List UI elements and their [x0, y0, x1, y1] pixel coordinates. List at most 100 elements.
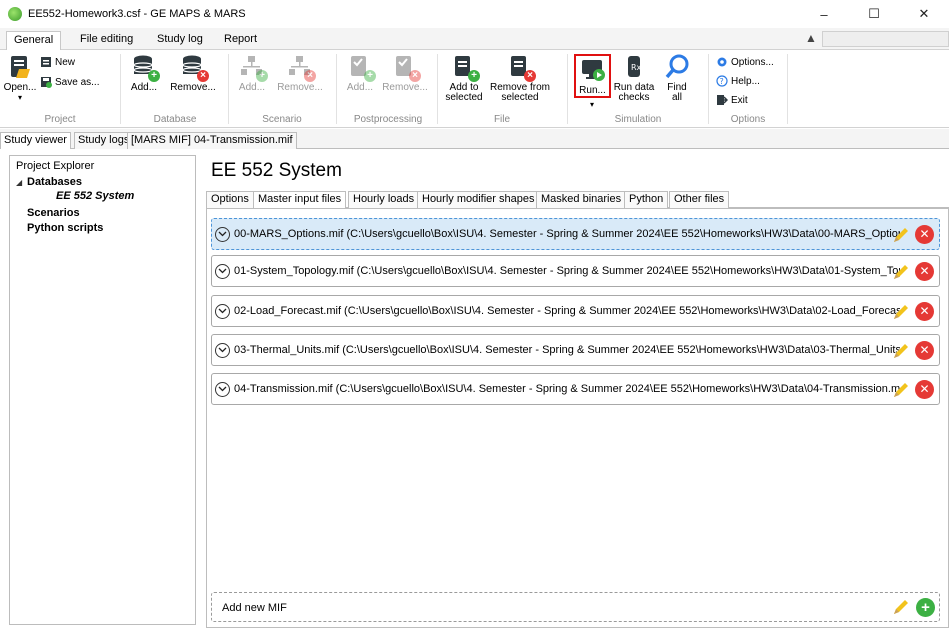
remove-scenario-button[interactable]: × Remove...: [277, 54, 323, 93]
delete-icon[interactable]: ✕: [915, 225, 934, 244]
add-to-selected-button[interactable]: + Add to selected: [442, 54, 486, 103]
pencil-icon[interactable]: [891, 302, 911, 322]
close-button[interactable]: ✕: [906, 0, 942, 28]
expand-chevron-icon[interactable]: [215, 381, 230, 397]
pencil-icon[interactable]: [891, 341, 911, 361]
tab-hourly-loads[interactable]: Hourly loads: [348, 191, 420, 208]
plus-icon: +: [364, 70, 376, 82]
options-label: Options...: [731, 56, 774, 68]
add-icon[interactable]: +: [916, 598, 935, 617]
exit-label: Exit: [731, 94, 748, 106]
expand-chevron-icon[interactable]: [215, 263, 230, 279]
bell-icon[interactable]: ▲: [805, 31, 817, 45]
title-bar: EE552-Homework3.csf - GE MAPS & MARS – ☐…: [0, 0, 949, 28]
database-add-icon: +: [131, 54, 160, 82]
ribbon-separator: [567, 54, 568, 124]
tab-other-files[interactable]: Other files: [669, 191, 730, 208]
add-new-mif-row[interactable]: Add new MIF +: [211, 592, 940, 622]
ribbon-separator: [437, 54, 438, 124]
collapse-arrow-icon[interactable]: ◢: [16, 178, 22, 187]
delete-icon[interactable]: ✕: [915, 341, 934, 360]
tab-masked-binaries[interactable]: Masked binaries: [536, 191, 627, 208]
tab-mif-transmission[interactable]: [MARS MIF] 04-Transmission.mif: [127, 132, 297, 149]
tab-python[interactable]: Python: [624, 191, 669, 208]
pencil-icon[interactable]: [891, 380, 911, 400]
group-label-postprocessing: Postprocessing: [353, 114, 423, 125]
plus-icon: +: [468, 70, 480, 82]
ribbon-separator: [228, 54, 229, 124]
add-database-button[interactable]: + Add...: [127, 54, 161, 93]
ribbon-separator: [787, 54, 788, 124]
tree-python-scripts[interactable]: Python scripts: [27, 222, 103, 234]
mif-row[interactable]: 04-Transmission.mif (C:\Users\gcuello\Bo…: [211, 373, 940, 405]
run-data-checks-label-2: checks: [618, 92, 650, 103]
expand-chevron-icon[interactable]: [215, 342, 230, 358]
add-postprocessing-button[interactable]: + Add...: [343, 54, 377, 93]
group-label-options: Options: [730, 114, 766, 125]
maximize-button[interactable]: ☐: [856, 0, 892, 28]
mif-row[interactable]: 00-MARS_Options.mif (C:\Users\gcuello\Bo…: [211, 218, 940, 250]
find-all-button[interactable]: Find all: [664, 54, 690, 103]
options-button[interactable]: Options...: [716, 54, 774, 70]
run-dropdown-arrow[interactable]: ▾: [590, 100, 594, 109]
ribbon-separator: [120, 54, 121, 124]
open-project-icon: [7, 54, 33, 80]
save-as-button[interactable]: Save as...: [40, 74, 99, 90]
tree-databases[interactable]: Databases: [27, 176, 82, 188]
tab-study-log[interactable]: Study log: [150, 31, 210, 50]
tab-study-logs[interactable]: Study logs: [74, 132, 134, 149]
delete-icon[interactable]: ✕: [915, 262, 934, 281]
mif-row[interactable]: 03-Thermal_Units.mif (C:\Users\gcuello\B…: [211, 334, 940, 366]
remove-postprocessing-button[interactable]: × Remove...: [382, 54, 428, 93]
file-add-icon: +: [451, 54, 480, 82]
x-icon: ×: [197, 70, 209, 82]
tab-master-input-files[interactable]: Master input files: [253, 191, 347, 209]
mif-row[interactable]: 01-System_Topology.mif (C:\Users\gcuello…: [211, 255, 940, 287]
help-button[interactable]: ? Help...: [716, 73, 760, 89]
help-label: Help...: [731, 75, 760, 87]
run-data-checks-button[interactable]: Rx Run data checks: [612, 54, 656, 103]
pencil-icon[interactable]: [891, 225, 911, 245]
remove-database-button[interactable]: × Remove...: [170, 54, 216, 93]
open-dropdown-arrow[interactable]: ▾: [18, 93, 22, 103]
data-checks-icon: Rx: [621, 54, 647, 80]
expand-chevron-icon[interactable]: [215, 226, 230, 242]
x-icon: ×: [524, 70, 536, 82]
delete-icon[interactable]: ✕: [915, 302, 934, 321]
tree-scenarios[interactable]: Scenarios: [27, 207, 80, 219]
add-scenario-label: Add...: [238, 82, 266, 93]
delete-icon[interactable]: ✕: [915, 380, 934, 399]
mif-path: 01-System_Topology.mif (C:\Users\gcuello…: [234, 265, 900, 277]
search-icon: [664, 54, 690, 80]
x-icon: ×: [304, 70, 316, 82]
tab-study-viewer[interactable]: Study viewer: [0, 132, 71, 149]
tab-report[interactable]: Report: [217, 31, 264, 50]
ribbon-tabs: General File editing Study log Report ▲: [0, 28, 949, 50]
file-remove-icon: ×: [507, 54, 536, 82]
pencil-icon[interactable]: [891, 597, 911, 617]
save-as-icon: [40, 76, 52, 88]
exit-button[interactable]: Exit: [716, 92, 748, 108]
pencil-icon[interactable]: [891, 262, 911, 282]
minimize-button[interactable]: –: [806, 0, 842, 28]
remove-from-selected-button[interactable]: × Remove from selected: [488, 54, 552, 103]
mif-row[interactable]: 02-Load_Forecast.mif (C:\Users\gcuello\B…: [211, 295, 940, 327]
app-icon: [8, 7, 22, 21]
ribbon-search-box[interactable]: [822, 31, 949, 47]
mif-path: 02-Load_Forecast.mif (C:\Users\gcuello\B…: [234, 305, 900, 317]
run-label: Run...: [579, 85, 606, 96]
tab-file-editing[interactable]: File editing: [73, 31, 140, 50]
group-label-simulation: Simulation: [614, 114, 662, 125]
add-scenario-button[interactable]: + Add...: [235, 54, 269, 93]
exit-icon: [716, 94, 729, 106]
open-label: Open...: [3, 82, 37, 93]
new-button[interactable]: New: [40, 54, 75, 70]
tab-hourly-modifier-shapes[interactable]: Hourly modifier shapes: [417, 191, 540, 208]
open-button[interactable]: Open... ▾: [3, 54, 37, 103]
run-button[interactable]: Run...: [574, 54, 611, 98]
tab-general[interactable]: General: [6, 31, 62, 50]
tree-ee552-system[interactable]: EE 552 System: [56, 190, 134, 202]
postprocessing-add-icon: +: [347, 54, 376, 82]
expand-chevron-icon[interactable]: [215, 303, 230, 319]
tab-options[interactable]: Options: [206, 191, 254, 208]
